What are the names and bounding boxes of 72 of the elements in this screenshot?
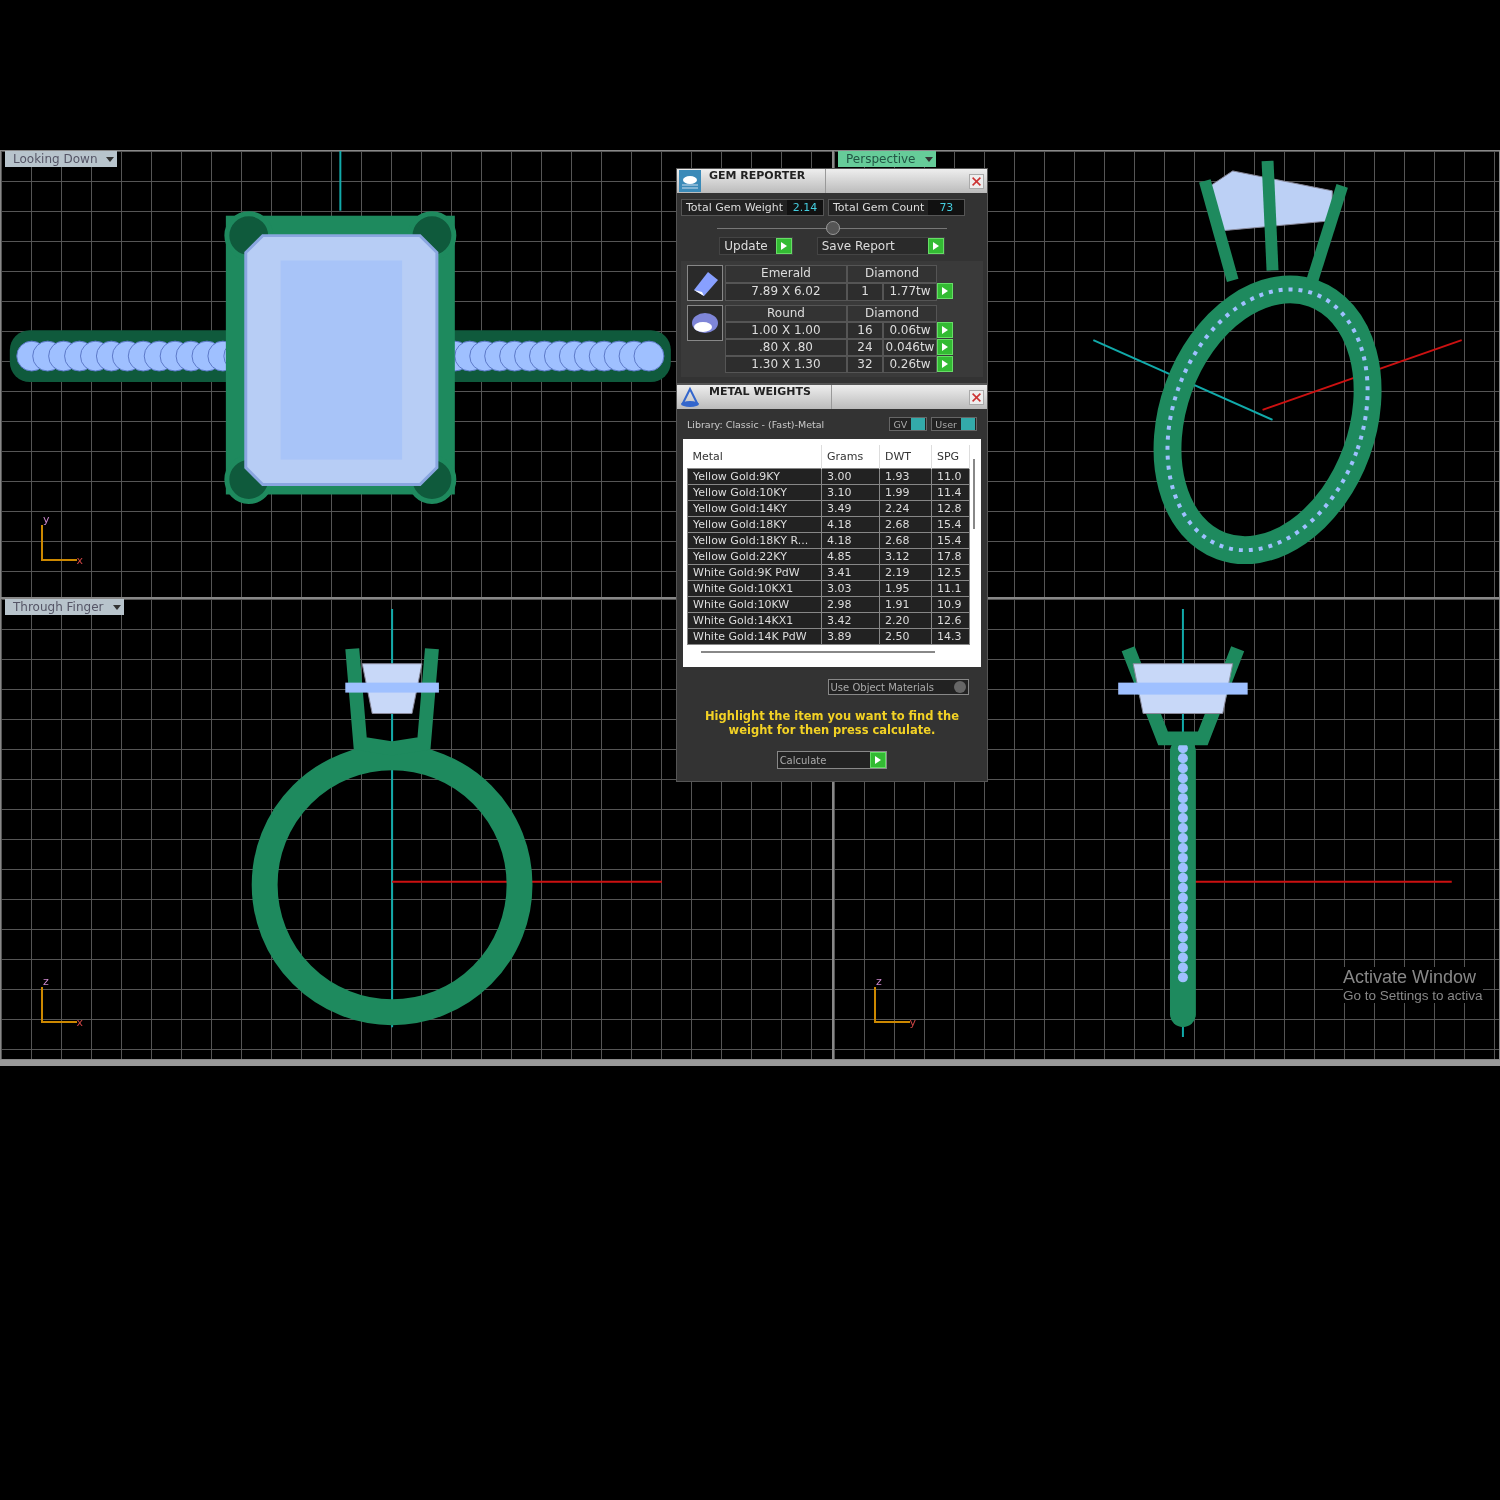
caret-icon bbox=[923, 154, 934, 164]
select-gems-button[interactable] bbox=[937, 322, 953, 338]
activation-title: Activate Window bbox=[1343, 967, 1477, 988]
gem-weight: 0.046tw bbox=[883, 339, 937, 356]
gem-size: .80 X .80 bbox=[725, 339, 847, 356]
table-cell: 1.93 bbox=[879, 468, 932, 485]
column-header[interactable]: Grams bbox=[821, 445, 880, 469]
scrollbar[interactable] bbox=[701, 651, 935, 653]
view-dropdown[interactable]: Looking Down bbox=[5, 151, 118, 167]
gem-weight: 0.06tw bbox=[883, 322, 937, 339]
axis-label: y bbox=[909, 1016, 916, 1029]
play-icon bbox=[930, 241, 941, 251]
total-count-label: Total Gem Count bbox=[832, 200, 926, 215]
axis-label: x bbox=[76, 554, 83, 567]
library-label: Library: Classic - (Fast)-Metal bbox=[687, 418, 826, 430]
caret-icon bbox=[105, 154, 116, 164]
axis-label: z bbox=[876, 975, 882, 988]
gem-count: 1 bbox=[847, 283, 883, 301]
toggle-button[interactable]: GV bbox=[889, 417, 928, 431]
gem-count: 32 bbox=[847, 356, 883, 373]
round-gem-icon bbox=[687, 305, 723, 341]
save-report-button[interactable]: Save Report bbox=[816, 237, 945, 255]
gem-size: 1.30 X 1.30 bbox=[725, 356, 847, 373]
collapse-handle[interactable] bbox=[826, 221, 840, 235]
gem-weight: 1.77tw bbox=[883, 283, 937, 301]
gem-size: 1.00 X 1.00 bbox=[725, 322, 847, 339]
axis-label: x bbox=[76, 1016, 83, 1029]
caret-icon bbox=[111, 602, 122, 612]
calculate-button[interactable]: Calculate bbox=[776, 751, 888, 769]
update-button[interactable]: Update bbox=[719, 237, 793, 255]
view-dropdown[interactable]: Perspective bbox=[838, 151, 936, 167]
axis-icon bbox=[39, 525, 79, 563]
activation-subtitle: Go to Settings to activa bbox=[1343, 988, 1483, 1003]
play-icon bbox=[778, 241, 789, 251]
panel-title: GEM REPORTER bbox=[705, 169, 827, 193]
toggle-button[interactable]: User bbox=[931, 417, 977, 431]
total-count-value: 73 bbox=[928, 200, 965, 215]
report-icon bbox=[679, 170, 701, 192]
column-header[interactable]: SPG bbox=[931, 445, 970, 469]
play-icon bbox=[940, 286, 950, 296]
scrollbar[interactable] bbox=[973, 459, 975, 529]
total-weight-label: Total Gem Weight bbox=[685, 200, 784, 215]
gem-count: 16 bbox=[847, 322, 883, 339]
view-dropdown[interactable]: Through Finger bbox=[5, 599, 124, 615]
axis-label: y bbox=[43, 513, 50, 526]
close-button[interactable] bbox=[969, 389, 984, 405]
gem-material: Diamond bbox=[847, 305, 937, 322]
emerald-gem-icon bbox=[687, 265, 723, 301]
column-header[interactable]: Metal bbox=[687, 445, 822, 469]
axis-label: z bbox=[43, 975, 49, 988]
gem-material: Diamond bbox=[847, 265, 937, 283]
gem-shape: Emerald bbox=[725, 265, 847, 283]
use-object-materials-button[interactable]: Use Object Materials bbox=[827, 679, 969, 695]
gem-count: 24 bbox=[847, 339, 883, 356]
axis-icon bbox=[872, 987, 912, 1025]
gem-size: 7.89 X 6.02 bbox=[725, 283, 847, 301]
axis-icon bbox=[39, 987, 79, 1025]
close-button[interactable] bbox=[969, 173, 984, 189]
select-gems-button[interactable] bbox=[937, 283, 953, 299]
select-gems-button[interactable] bbox=[937, 356, 953, 372]
total-weight-value: 2.14 bbox=[787, 200, 823, 215]
table-cell: 3.00 bbox=[821, 468, 880, 485]
gem-weight: 0.26tw bbox=[883, 356, 937, 373]
scale-icon bbox=[679, 386, 701, 408]
table-cell: 11.0 bbox=[931, 468, 970, 485]
gem-shape: Round bbox=[725, 305, 847, 322]
hint-text: Highlight the item you want to find the weight for then press calculate. bbox=[704, 709, 960, 737]
metal-name[interactable]: Yellow Gold:9KY bbox=[687, 468, 822, 485]
axis-line bbox=[339, 151, 342, 212]
column-header[interactable]: DWT bbox=[879, 445, 932, 469]
select-gems-button[interactable] bbox=[937, 339, 953, 355]
panel-title: METAL WEIGHTS bbox=[705, 385, 832, 409]
